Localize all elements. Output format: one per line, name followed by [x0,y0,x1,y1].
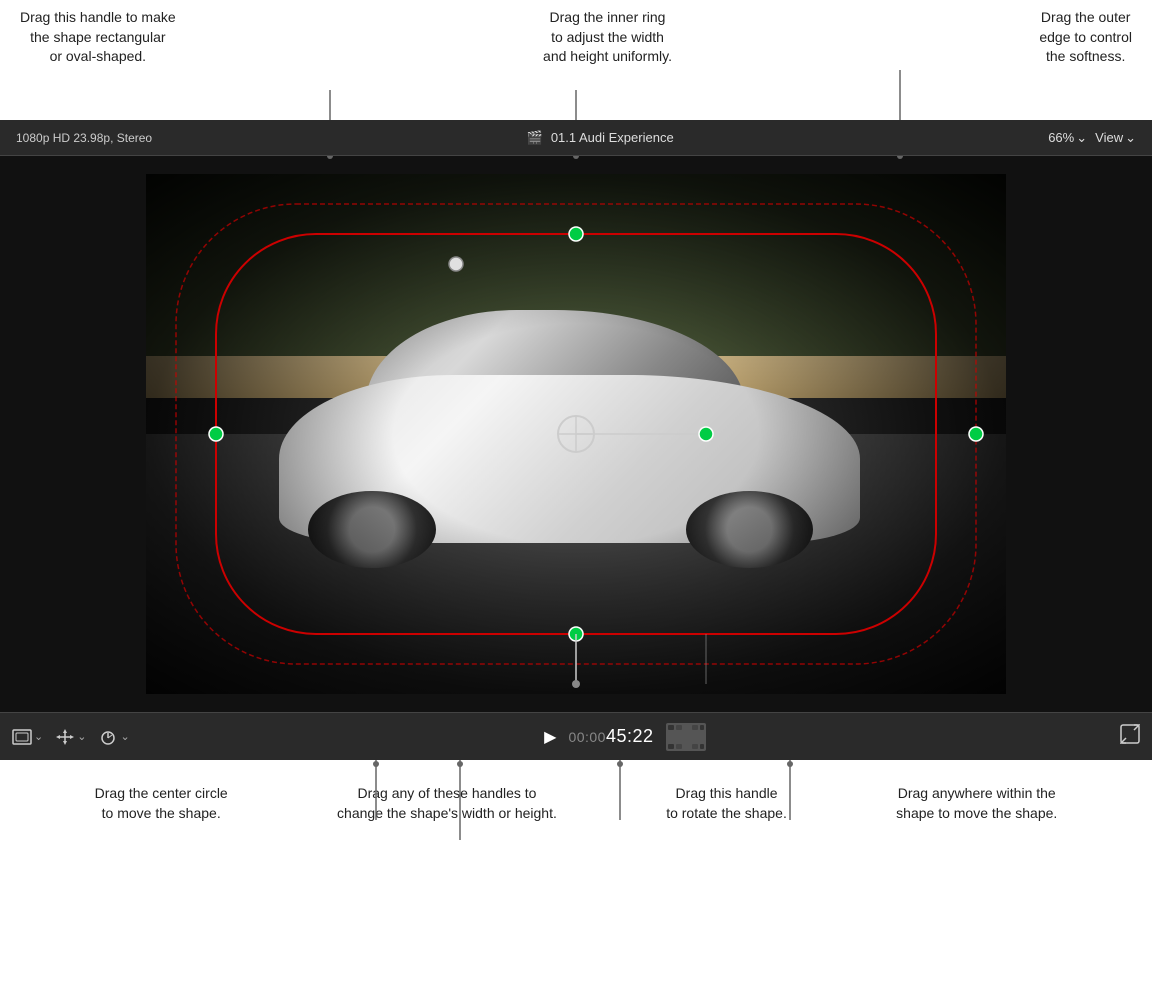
annotation-center-circle: Drag the center circle to move the shape… [95,784,228,823]
car-wheel-left [308,491,436,569]
crop-button[interactable]: ⌄ [12,729,43,745]
annotations-top: Drag this handle to make the shape recta… [0,0,1152,120]
zoom-dropdown[interactable]: 66% ⌄ [1048,130,1087,146]
annotation-move-shape: Drag anywhere within the shape to move t… [896,784,1057,823]
video-controls-bar: ⌄ ⌄ ⌄ ▶ 00:0045:22 [0,712,1152,760]
play-button[interactable]: ▶ [544,727,556,747]
annotation-rotate: Drag this handle to rotate the shape. [666,784,787,823]
timecode-display: 00:0045:22 [568,726,653,747]
annotations-bottom: Drag the center circle to move the shape… [0,760,1152,982]
video-player: 1080p HD 23.98p, Stereo 🎬 01.1 Audi Expe… [0,120,1152,760]
annotation-top-right: Drag the outer edge to control the softn… [1039,8,1132,67]
annotation-top-center: Drag the inner ring to adjust the width … [543,8,672,67]
annotation-top-left: Drag this handle to make the shape recta… [20,8,176,67]
speed-button[interactable]: ⌄ [98,729,129,745]
filmstrip-icon [666,723,706,751]
video-format-label: 1080p HD 23.98p, Stereo [16,131,152,145]
video-header-bar: 1080p HD 23.98p, Stereo 🎬 01.1 Audi Expe… [0,120,1152,156]
video-title-area: 🎬 01.1 Audi Experience [527,130,674,146]
clip-title: 01.1 Audi Experience [551,130,674,145]
car-wheel-right [686,491,814,569]
car-frame [146,174,1006,694]
annotation-handles: Drag any of these handles to change the … [337,784,557,823]
video-header-controls: 66% ⌄ View ⌄ [1048,130,1136,146]
view-dropdown[interactable]: View ⌄ [1095,130,1136,146]
car-body [246,234,906,614]
car-scene [146,174,1006,694]
video-canvas [0,156,1152,712]
clip-icon: 🎬 [527,130,543,146]
expand-button[interactable] [1120,724,1140,749]
transform-button[interactable]: ⌄ [55,729,86,745]
car-shape [279,310,860,568]
